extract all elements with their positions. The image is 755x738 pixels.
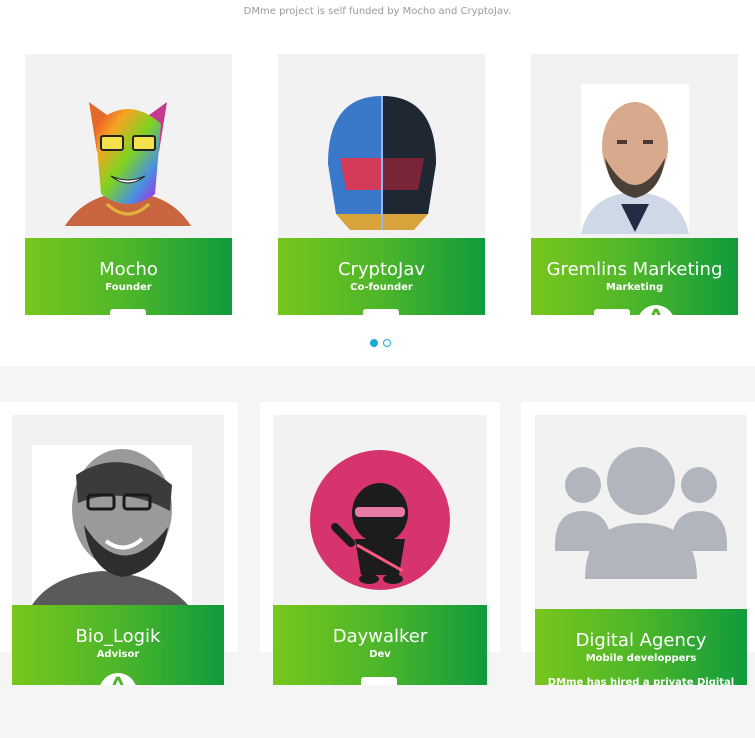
- member-panel-biologik: Bio_Logik Advisor: [12, 605, 224, 685]
- bald-bearded-man-photo: [581, 84, 689, 234]
- carousel-dot-1[interactable]: [370, 339, 378, 347]
- social-link-button[interactable]: [361, 677, 397, 685]
- member-panel-mocho: Mocho Founder: [25, 238, 232, 315]
- member-role: Mobile developpers: [585, 653, 697, 664]
- member-panel-daywalker: Daywalker Dev: [273, 605, 487, 685]
- bearded-man-glasses-photo: [32, 445, 192, 605]
- web-link-icon[interactable]: [637, 305, 675, 315]
- member-name: Digital Agency: [575, 630, 707, 651]
- globe-icon: [112, 676, 124, 685]
- robot-helmet-avatar: [328, 96, 436, 230]
- member-photo-mocho: [25, 54, 232, 238]
- member-role: Co-founder: [350, 282, 413, 293]
- social-link-button[interactable]: [594, 309, 630, 315]
- member-panel-gremlins: Gremlins Marketing Marketing: [531, 238, 738, 315]
- member-role: Marketing: [605, 282, 664, 293]
- member-description: DMme has hired a private Digital: [547, 677, 735, 685]
- member-name: Mocho: [99, 259, 158, 280]
- social-link-button[interactable]: [110, 309, 146, 315]
- member-panel-digital-agency: Digital Agency Mobile developpers DMme h…: [535, 609, 747, 685]
- ninja-avatar-pink-circle: [310, 450, 450, 590]
- member-role: Advisor: [96, 649, 140, 660]
- member-photo-digital-agency: [535, 415, 747, 609]
- web-link-icon[interactable]: [99, 673, 137, 685]
- member-role: Dev: [369, 649, 391, 660]
- member-panel-cryptojav: CryptoJav Co-founder: [278, 238, 485, 315]
- globe-icon: [651, 308, 661, 315]
- member-name: Bio_Logik: [75, 626, 161, 647]
- member-role: Founder: [105, 282, 152, 293]
- colorful-wolf-avatar: [65, 102, 191, 226]
- member-photo-daywalker: [273, 415, 487, 605]
- intro-text: DMme project is self funded by Mocho and…: [243, 6, 512, 17]
- member-photo-cryptojav: [278, 54, 485, 238]
- member-name: CryptoJav: [337, 259, 426, 280]
- member-name: Daywalker: [332, 626, 428, 647]
- member-photo-biologik: [12, 415, 224, 605]
- member-photo-gremlins: [531, 54, 738, 238]
- group-icon: [555, 447, 727, 579]
- carousel-dot-2[interactable]: [383, 339, 391, 347]
- member-name: Gremlins Marketing: [546, 259, 723, 280]
- social-link-button[interactable]: [363, 309, 399, 315]
